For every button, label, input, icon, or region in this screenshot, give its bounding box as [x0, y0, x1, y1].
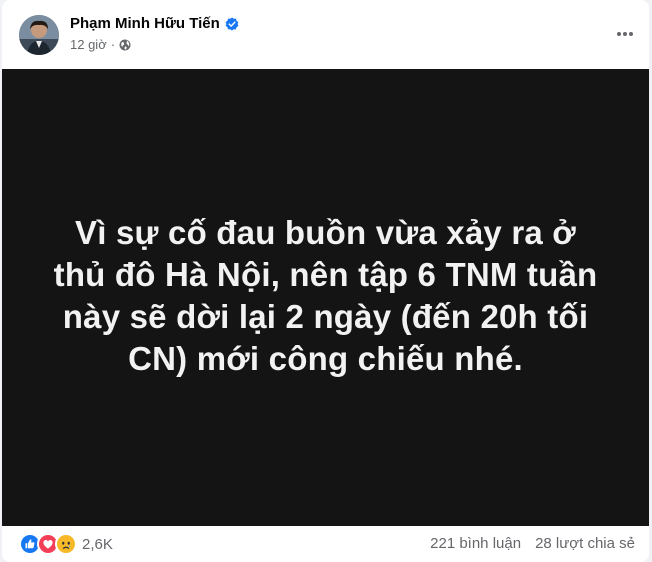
reaction-count[interactable]: 2,6K	[82, 536, 113, 553]
verified-badge-icon	[225, 16, 239, 31]
more-options-button[interactable]	[613, 22, 637, 46]
sad-icon	[55, 533, 77, 555]
globe-icon[interactable]	[119, 39, 131, 51]
meta-separator: ·	[110, 37, 116, 52]
comments-count-link[interactable]: 221 bình luận	[430, 535, 521, 552]
shares-count-link[interactable]: 28 lượt chia sẻ	[535, 535, 635, 552]
post-header: Phạm Minh Hữu Tiến 12 giờ ·	[2, 0, 649, 68]
post-card: Phạm Minh Hữu Tiến 12 giờ · Vì sự cố đau…	[2, 0, 649, 562]
engagement-stats: 221 bình luận 28 lượt chia sẻ	[430, 535, 635, 552]
post-timestamp[interactable]: 12 giờ	[70, 37, 107, 53]
author-name[interactable]: Phạm Minh Hữu Tiến	[70, 14, 220, 33]
avatar-image	[19, 15, 59, 55]
post-image[interactable]: Vì sự cố đau buồn vừa xảy ra ở thủ đô Hà…	[2, 69, 649, 526]
post-meta: 12 giờ ·	[70, 37, 131, 53]
post-footer: 2,6K 221 bình luận 28 lượt chia sẻ	[2, 527, 649, 562]
author-row: Phạm Minh Hữu Tiến	[70, 14, 239, 33]
more-horizontal-icon	[617, 32, 633, 36]
image-caption-text: Vì sự cố đau buồn vừa xảy ra ở thủ đô Hà…	[53, 213, 598, 377]
reactions-summary[interactable]: 2,6K	[19, 533, 113, 555]
avatar[interactable]	[19, 15, 59, 55]
